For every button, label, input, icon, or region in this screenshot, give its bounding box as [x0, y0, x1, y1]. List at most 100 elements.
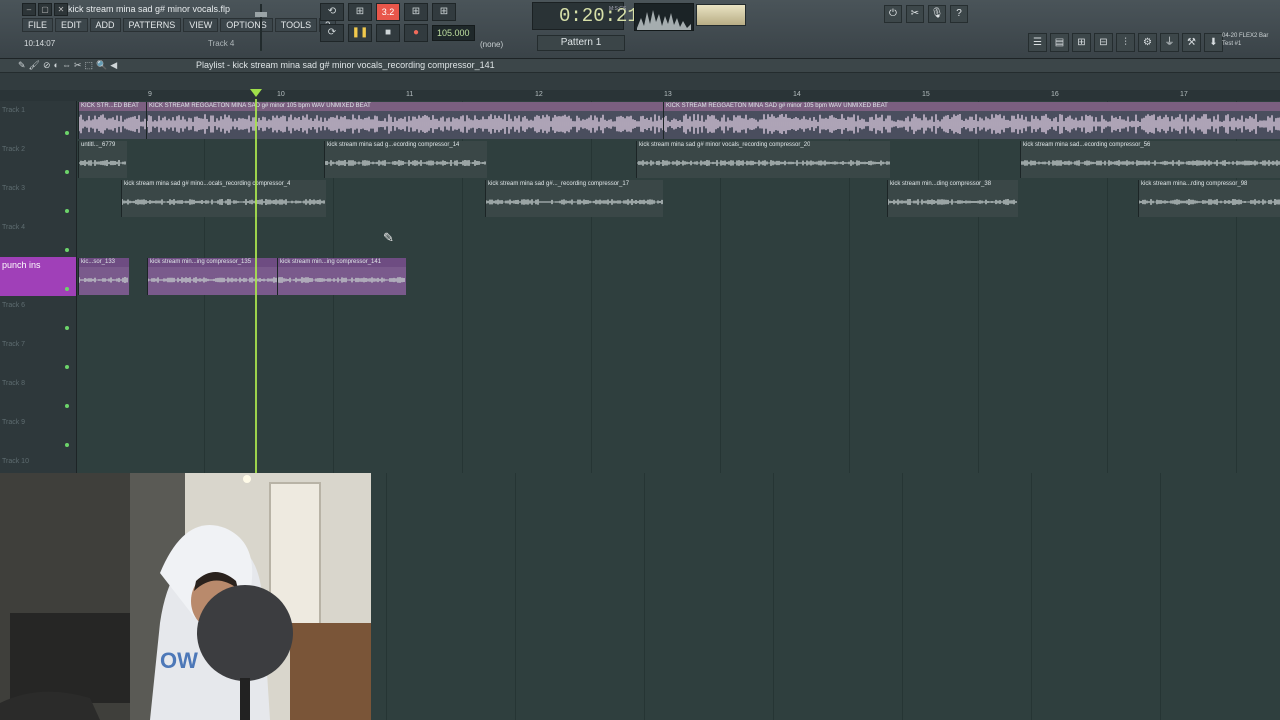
playlist-icon[interactable]: ☰ [1028, 33, 1047, 52]
track-header[interactable]: Track 8 [0, 374, 77, 413]
playlist-track[interactable]: Track 8 [0, 374, 1280, 414]
track-mute-led[interactable] [65, 365, 69, 369]
audio-clip[interactable]: kick stream min...ing compressor_135 [147, 258, 278, 295]
menu-edit[interactable]: EDIT [55, 18, 88, 32]
pointer-cursor-icon: ✎ [383, 230, 394, 245]
pattern-selector[interactable]: Pattern 1 [537, 35, 625, 51]
clip-waveform [486, 199, 663, 205]
audio-clip[interactable]: kick stream mina sad...ecording compress… [1020, 141, 1280, 178]
clip-name: KICK STREAM REGGAETON MINA SAD g# minor … [149, 103, 371, 109]
track-mute-led[interactable] [65, 170, 69, 174]
bar-number: 17 [1180, 91, 1188, 98]
piano-roll-icon[interactable]: ▤ [1050, 33, 1069, 52]
track-mute-led[interactable] [65, 131, 69, 135]
playlist-track[interactable]: Track 7 [0, 335, 1280, 375]
main-menu: FILE EDIT ADD PATTERNS VIEW OPTIONS TOOL… [22, 18, 338, 32]
plugin-icon[interactable]: ⚙ [1138, 33, 1157, 52]
bar-number: 16 [1051, 91, 1059, 98]
menu-patterns[interactable]: PATTERNS [122, 18, 182, 32]
audio-clip[interactable]: kick stream mina sad g#..._recording com… [485, 180, 663, 217]
blend-notes-button[interactable]: ⊞ [432, 3, 456, 21]
track-mute-led[interactable] [65, 248, 69, 252]
playlist-track[interactable]: punch ins kic...sor_133 kick stream min...… [0, 257, 1280, 297]
scissor-icon[interactable]: ✂ [906, 5, 924, 23]
track-mute-led[interactable] [65, 326, 69, 330]
stop-button[interactable]: ■ [376, 24, 400, 42]
track-header[interactable]: Track 4 [0, 218, 77, 257]
playhead-marker[interactable] [250, 89, 262, 97]
power-icon[interactable]: ⏻ [884, 5, 902, 23]
right-tools: ⏻ ✂ 🎙 ? [884, 5, 968, 23]
slice-tool-icon[interactable]: ✂ [74, 59, 82, 72]
draw-tool-icon[interactable]: ✎ [18, 59, 26, 72]
audio-clip[interactable]: untitl..._6779 [78, 141, 127, 178]
playlist-track[interactable]: Track 4 [0, 218, 1280, 258]
audio-clip[interactable]: kick stream mina sad g...ecording compre… [324, 141, 487, 178]
audio-clip[interactable]: kick stream mina sad g# mino...ocals_rec… [121, 180, 326, 217]
master-volume-slider[interactable] [255, 4, 267, 51]
playlist-track[interactable]: Track 1 KICK STR...ED BEAT KICK STREAM REG… [0, 101, 1280, 141]
pause-button[interactable]: ❚❚ [348, 24, 372, 42]
track-mute-led[interactable] [65, 209, 69, 213]
snap-none[interactable]: (none) [480, 40, 503, 49]
track-mute-led[interactable] [65, 404, 69, 408]
loop-icon[interactable]: ⟳ [320, 24, 344, 42]
track-mute-led[interactable] [65, 443, 69, 447]
zoom-tool-icon[interactable]: 🔍 [96, 59, 107, 72]
track-header[interactable]: Track 6 [0, 296, 77, 335]
track-header[interactable]: Track 9 [0, 413, 77, 452]
playlist-track[interactable]: Track 3 kick stream mina sad g# mino...oc… [0, 179, 1280, 219]
playlist-track[interactable]: Track 9 [0, 413, 1280, 453]
track-header[interactable]: Track 7 [0, 335, 77, 374]
audio-clip[interactable]: kick stream min...ding compressor_38 [887, 180, 1018, 217]
audio-clip[interactable]: KICK STREAM REGGAETON MINA SAD g# minor … [663, 102, 1280, 139]
audio-clip[interactable]: kic...sor_133 [78, 258, 129, 295]
plugin-picker-icon[interactable]: ⏚ [1160, 33, 1179, 52]
mixer-icon[interactable]: ⫶ [1116, 33, 1135, 52]
track-header[interactable]: Track 2 [0, 140, 77, 179]
playlist-track[interactable]: Track 2 untitl..._6779 kick stream mina sa… [0, 140, 1280, 180]
wait-input-button[interactable]: ⊞ [348, 3, 372, 21]
playlist-track[interactable]: Track 6 [0, 296, 1280, 336]
paint-tool-icon[interactable]: 🖌 [29, 59, 40, 72]
track-header[interactable]: Track 3 [0, 179, 77, 218]
menu-file[interactable]: FILE [22, 18, 54, 32]
menu-add[interactable]: ADD [89, 18, 121, 32]
step-edit-button[interactable]: ⊞ [404, 3, 428, 21]
channel-rack-icon[interactable]: ⊞ [1072, 33, 1091, 52]
select-tool-icon[interactable]: ⬚ [85, 59, 94, 72]
track-header[interactable]: Track 1 [0, 101, 77, 140]
oscilloscope [634, 3, 694, 31]
menu-tools[interactable]: TOOLS [274, 18, 318, 32]
metronome-button[interactable]: ⟲ [320, 3, 344, 21]
playback-tool-icon[interactable]: ◀ [110, 59, 117, 72]
mute-tool-icon[interactable]: ◐ [54, 59, 59, 72]
audio-clip[interactable]: kick stream min...ing compressor_141 [277, 258, 406, 295]
delete-tool-icon[interactable]: ⊘ [43, 59, 51, 72]
audio-clip[interactable]: KICK STREAM REGGAETON MINA SAD g# minor … [146, 102, 664, 139]
download-icon[interactable]: ⬇ [1204, 33, 1223, 52]
browser-icon[interactable]: ⊟ [1094, 33, 1113, 52]
mic-icon[interactable]: 🎙 [928, 5, 946, 23]
tools-icon[interactable]: ⚒ [1182, 33, 1201, 52]
track-header[interactable]: punch ins [0, 257, 77, 296]
audio-clip[interactable]: KICK STR...ED BEAT [78, 102, 147, 139]
flex-info: 04-20 FLEX2 Bar Test #1 [1222, 32, 1268, 48]
help-icon[interactable]: ? [950, 5, 968, 23]
audio-clip[interactable]: kick stream mina sad g# minor vocals_rec… [636, 141, 890, 178]
audio-clip[interactable]: kick stream mina...rding compressor_98 [1138, 180, 1280, 217]
countdown-button[interactable]: 3.2 [376, 3, 400, 21]
tempo-display[interactable]: 105.000 [432, 25, 475, 41]
playlist-title: Playlist - kick stream mina sad g# minor… [196, 60, 495, 70]
track-label: Track 10 [2, 458, 29, 465]
close-button[interactable]: ✕ [54, 3, 68, 16]
slip-tool-icon[interactable]: ⇔ [62, 59, 71, 72]
menu-view[interactable]: VIEW [183, 18, 219, 32]
song-time-display[interactable]: 0:20:21 M:S:CS [532, 2, 639, 30]
clip-waveform [888, 199, 1017, 205]
restore-button[interactable]: ▢ [38, 3, 52, 16]
minimize-button[interactable]: – [22, 3, 36, 16]
clip-name: KICK STREAM REGGAETON MINA SAD g# minor … [666, 103, 888, 109]
record-button[interactable]: ● [404, 24, 428, 42]
track-mute-led[interactable] [65, 287, 69, 291]
